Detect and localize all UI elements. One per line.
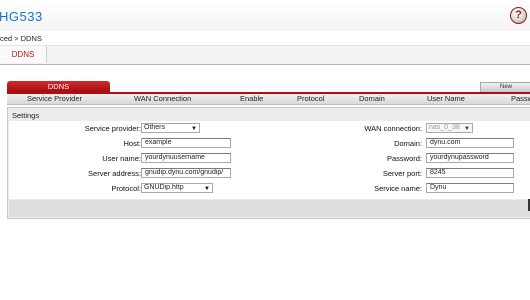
ddns-table-header: Service Provider WAN Connection Enable P… — [7, 94, 530, 105]
help-icon[interactable]: ? — [510, 7, 527, 24]
column-header-wan-connection: WAN Connection — [134, 94, 192, 103]
user-name-input[interactable]: yourdynuusername — [141, 153, 231, 163]
column-header-password: Passw — [511, 94, 530, 103]
password-input[interactable]: yourdynupassword — [426, 153, 514, 163]
breadcrumb: ced > DDNS — [0, 34, 42, 43]
protocol-select[interactable]: GNUDip.http ▼ — [141, 183, 213, 193]
settings-panel: Settings Service provider: Others ▼ Host… — [7, 107, 530, 219]
server-address-input[interactable]: gnudip.dynu.com/gnudip/ — [141, 168, 231, 178]
settings-form: Service provider: Others ▼ Host: example… — [9, 121, 530, 199]
column-header-enable: Enable — [240, 94, 264, 103]
dropdown-arrow-icon: ▼ — [204, 186, 210, 192]
settings-title: Settings — [12, 111, 40, 120]
protocol-value: GNUDip.http — [144, 184, 184, 191]
service-provider-label: Service provider: — [84, 124, 141, 133]
server-address-label: Server address: — [88, 169, 141, 178]
wan-connection-label: WAN connection: — [364, 124, 422, 133]
top-banner: HG533 ? — [0, 0, 530, 31]
dropdown-arrow-icon: ▼ — [191, 126, 197, 132]
password-label: Password: — [386, 154, 422, 163]
service-provider-value: Others — [144, 124, 166, 131]
service-name-label: Service name: — [374, 184, 422, 193]
service-name-input[interactable]: Dynu — [426, 183, 514, 193]
column-header-service-provider: Service Provider — [27, 94, 83, 103]
service-provider-select[interactable]: Others ▼ — [141, 123, 200, 133]
column-header-user-name: User Name — [427, 94, 465, 103]
column-header-protocol: Protocol — [297, 94, 325, 103]
settings-button-bar — [9, 200, 530, 217]
domain-input[interactable]: dynu.com — [426, 138, 514, 148]
server-port-input[interactable]: 8245 — [426, 168, 514, 178]
server-port-label: Server port: — [382, 169, 422, 178]
device-model-title: HG533 — [0, 9, 43, 24]
tab-ddns[interactable]: DDNS — [0, 46, 47, 63]
protocol-label: Protocol: — [111, 184, 141, 193]
panel-tab-ddns: DDNS — [7, 81, 110, 92]
host-label: Host: — [123, 139, 141, 148]
domain-label: Domain: — [394, 139, 422, 148]
top-tab-strip: DDNS — [0, 45, 530, 65]
host-input[interactable]: example — [141, 138, 231, 148]
column-header-domain: Domain — [359, 94, 385, 103]
user-name-label: User name: — [102, 154, 141, 163]
wan-connection-select[interactable]: nas_0_38 ▼ — [426, 123, 473, 133]
dropdown-arrow-icon: ▼ — [464, 126, 470, 132]
wan-connection-value: nas_0_38 — [429, 124, 460, 131]
